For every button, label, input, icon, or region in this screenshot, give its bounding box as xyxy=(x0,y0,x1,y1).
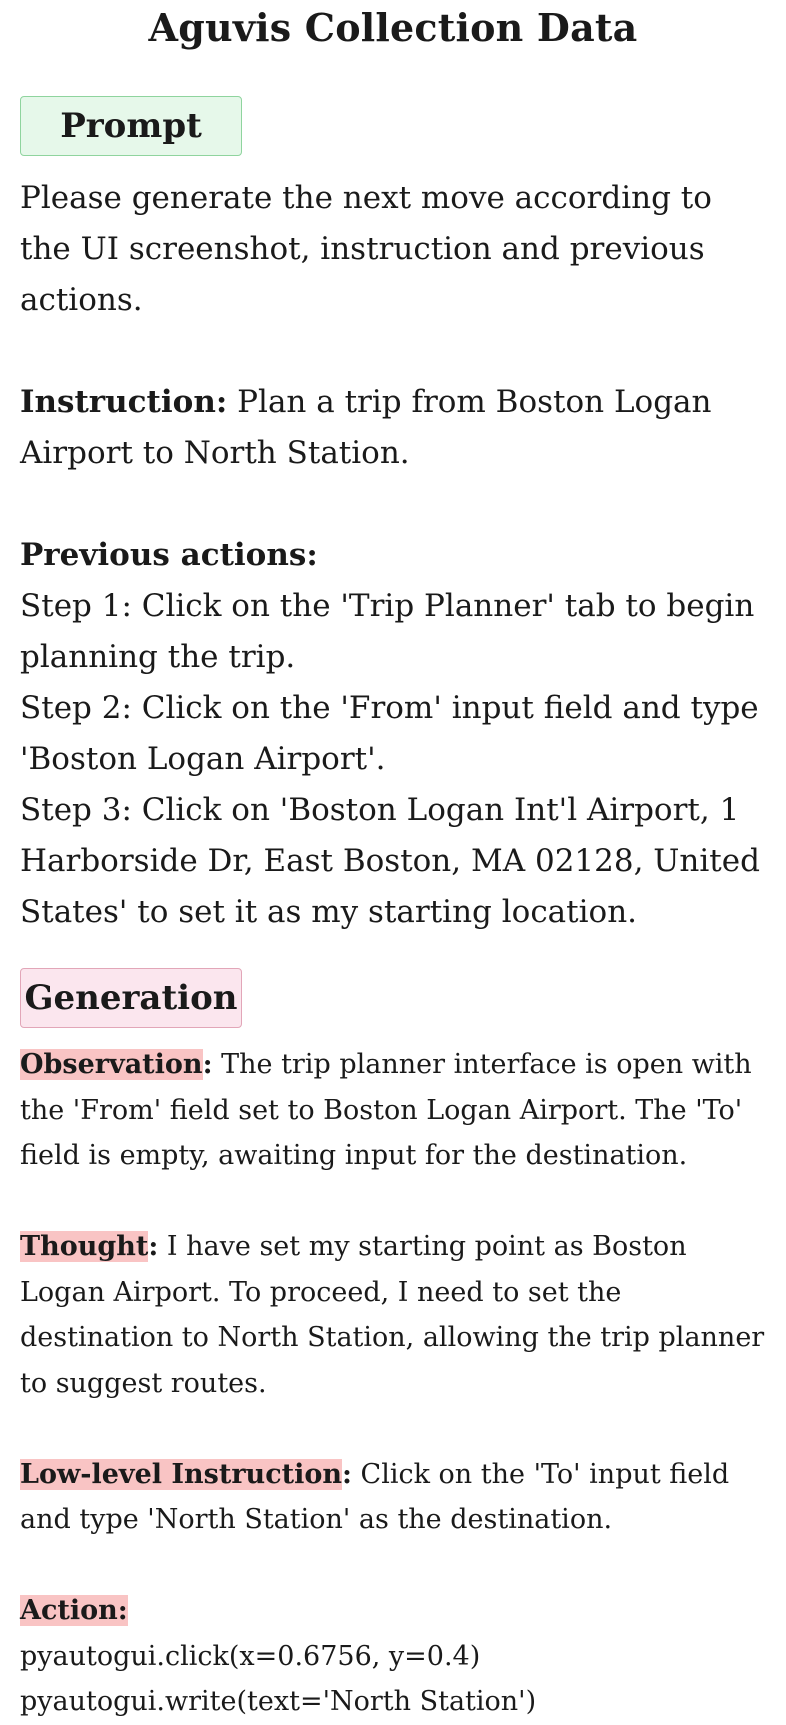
prompt-section-header: Prompt xyxy=(20,96,242,156)
action-label: Action: xyxy=(20,1595,128,1626)
previous-actions-label: Previous actions: xyxy=(20,537,318,573)
thought-colon: : xyxy=(148,1231,159,1262)
page-title: Aguvis Collection Data xyxy=(148,5,638,50)
prompt-body: Please generate the next move according … xyxy=(20,173,766,938)
action-label-line: Action: xyxy=(20,1588,766,1634)
previous-action-step-2: Step 2: Click on the 'From' input field … xyxy=(20,690,759,777)
instruction-paragraph: Instruction: Plan a trip from Boston Log… xyxy=(20,377,766,479)
document-page: Aguvis Collection Data Prompt Please gen… xyxy=(0,2,786,1717)
instruction-label: Instruction: xyxy=(20,384,228,420)
observation-colon: : xyxy=(202,1049,213,1080)
prompt-intro: Please generate the next move according … xyxy=(20,180,712,318)
thought-label: Thought xyxy=(20,1231,149,1262)
previous-action-step-3: Step 3: Click on 'Boston Logan Int'l Air… xyxy=(20,792,760,930)
action-line-1: pyautogui.click(x=0.6756, y=0.4) xyxy=(20,1640,481,1672)
previous-action-step-1: Step 1: Click on the 'Trip Planner' tab … xyxy=(20,588,755,675)
action-line-2: pyautogui.write(text='North Station') xyxy=(20,1686,537,1717)
thought-paragraph: Thought: I have set my starting point as… xyxy=(20,1224,766,1406)
generation-body: Observation: The trip planner interface … xyxy=(20,1042,766,1725)
observation-label: Observation xyxy=(20,1049,203,1080)
observation-paragraph: Observation: The trip planner interface … xyxy=(20,1042,766,1179)
low-level-instruction-colon: : xyxy=(342,1458,352,1490)
low-level-instruction-paragraph: Low-level Instruction: Click on the 'To'… xyxy=(20,1452,766,1543)
generation-section-header: Generation xyxy=(20,968,242,1028)
low-level-instruction-label: Low-level Instruction xyxy=(20,1458,342,1490)
